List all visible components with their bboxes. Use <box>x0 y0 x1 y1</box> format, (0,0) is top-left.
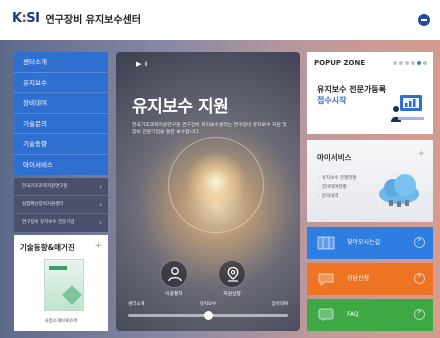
magazine-caption: 사업소개브로슈어 <box>44 319 78 324</box>
expert-register-illustration <box>391 95 424 122</box>
directions-label: 찾아오시는길 <box>347 239 381 246</box>
faq-tile[interactable]: FAQ <box>307 299 433 331</box>
plus-icon[interactable]: + <box>94 241 102 251</box>
slideshow-controls[interactable]: ▶ ॥ <box>136 60 148 69</box>
consultation-tile[interactable]: 상담신청 <box>307 263 433 295</box>
pagination-dot[interactable] <box>405 61 409 65</box>
popup-line2[interactable]: 접수시작 <box>317 95 346 106</box>
nav-item-rental[interactable]: 장비대여 <box>14 93 108 114</box>
pagination-dot[interactable] <box>423 61 427 65</box>
cloud-icon <box>379 174 419 207</box>
pagination-dot[interactable] <box>411 61 415 65</box>
chat-icon <box>318 273 334 286</box>
hero-banner: ▶ ॥ 유지보수 지원 한국기초과학지원연구원 연구장비 유지보수센터는 연구장… <box>116 52 300 331</box>
hero-title: 유지보수 지원 <box>132 97 229 117</box>
popup-heading: POPUP ZONE <box>314 59 366 67</box>
plus-icon[interactable]: + <box>417 149 425 159</box>
site-header: K:SI 연구장비 유지보수센터 <box>0 0 440 40</box>
hero-glow-decoration <box>186 152 246 212</box>
magazine-box: 기술동향&매거진 + 사업소개브로슈어 <box>14 235 108 331</box>
pagination-dot[interactable] <box>393 61 397 65</box>
arrow-right-icon <box>414 235 425 248</box>
arrow-right-icon <box>414 271 425 284</box>
nav-item-myservice[interactable]: 마이서비스 <box>14 155 108 176</box>
slider-label[interactable]: 장비대여 <box>271 301 288 307</box>
related-link[interactable]: 연구장비 유지보수 전문기업 <box>14 214 108 232</box>
related-link[interactable]: 한국기초과학지원연구원 <box>14 178 108 196</box>
myservice-item[interactable]: 장비대여현황 <box>319 183 356 192</box>
pagination-dot[interactable] <box>417 61 421 65</box>
slider-knob[interactable] <box>203 311 213 320</box>
slider-label[interactable]: 센터소개 <box>128 301 145 307</box>
popup-line1[interactable]: 유지보수 전문가등록 <box>317 84 386 95</box>
hero-description: 한국기초과학지원연구원 연구장비 유지보수센터는 연구장비 유지보수 지원 및 … <box>132 123 287 135</box>
myservice-item[interactable]: 유지보수 진행현황 <box>319 174 357 183</box>
myservice-item[interactable]: 문의내역 <box>319 192 356 201</box>
brochure-cover-image[interactable] <box>44 259 84 311</box>
related-links: 한국기초과학지원연구원 실험확산장비지원센터 연구장비 유지보수 전문기업 <box>14 178 108 232</box>
logo-mark: K:SI <box>12 11 40 26</box>
myservice-box: 마이서비스 + 유지보수 진행현황 장비대여현황 문의내역 <box>307 140 433 222</box>
slider-label[interactable]: 유지보수 <box>200 301 217 307</box>
map-icon <box>317 236 335 250</box>
site-name: 연구장비 유지보수센터 <box>45 15 141 26</box>
faq-icon <box>318 308 334 322</box>
nav-item-inquiry[interactable]: 기술문의 <box>14 114 108 134</box>
arrow-right-icon <box>414 307 425 320</box>
myservice-title[interactable]: 마이서비스 <box>317 152 352 163</box>
nav-item-maintenance[interactable]: 유지보수 <box>14 73 108 93</box>
user-icon <box>168 267 182 282</box>
slider-track[interactable] <box>128 311 288 320</box>
apply-label: 지원신청 <box>223 292 241 297</box>
consultation-label: 상담신청 <box>347 275 370 282</box>
menu-icon[interactable] <box>418 14 430 26</box>
nav-item-about[interactable]: 센터소개 <box>14 52 108 73</box>
apply-button[interactable] <box>218 260 246 288</box>
nav-item-trends[interactable]: 기술동향 <box>14 134 108 155</box>
process-button[interactable] <box>160 260 188 288</box>
related-link[interactable]: 실험확산장비지원센터 <box>14 196 108 214</box>
pagination-dot[interactable] <box>399 61 403 65</box>
myservice-list: 유지보수 진행현황 장비대여현황 문의내역 <box>319 174 357 201</box>
directions-tile[interactable]: 찾아오시는길 <box>307 227 433 259</box>
popup-pagination[interactable] <box>393 61 427 65</box>
faq-label: FAQ <box>347 311 359 318</box>
process-label: 이용절차 <box>165 292 183 297</box>
magazine-title[interactable]: 기술동향&매거진 <box>20 242 75 253</box>
site-logo[interactable]: K:SI 연구장비 유지보수센터 <box>12 11 141 26</box>
popup-zone: POPUP ZONE 유지보수 전문가등록 접수시작 <box>307 52 433 134</box>
location-icon <box>227 266 239 282</box>
slider-labels: 센터소개 유지보수 장비대여 <box>128 301 288 307</box>
main-nav: 센터소개 유지보수 장비대여 기술문의 기술동향 마이서비스 <box>14 52 108 175</box>
